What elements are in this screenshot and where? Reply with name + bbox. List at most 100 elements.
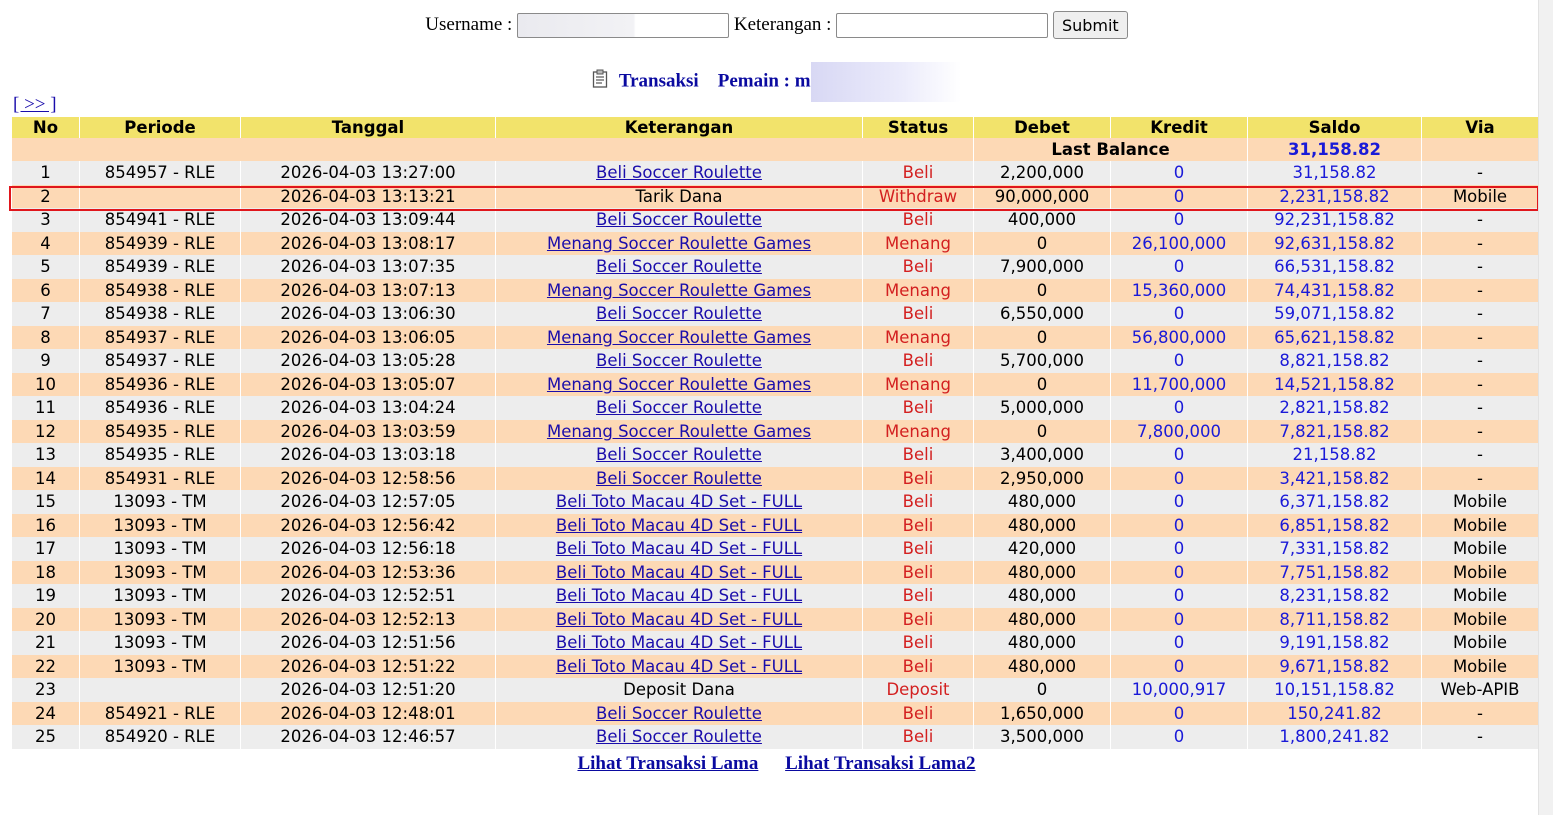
row-kredit-cell: 0: [1111, 701, 1247, 725]
transaction-detail-link[interactable]: Beli Soccer Roulette: [596, 163, 762, 182]
row-periode-cell: 854937 - RLE: [80, 349, 240, 373]
next-page-link[interactable]: [ >> ]: [13, 94, 57, 116]
row-periode-cell: 854935 - RLE: [80, 443, 240, 467]
transaction-detail-link[interactable]: Beli Soccer Roulette: [596, 704, 762, 723]
row-kredit-cell: 0: [1111, 255, 1247, 279]
row-saldo-cell: 150,241.82: [1248, 701, 1421, 725]
row-status-cell: Menang: [863, 278, 973, 302]
row-via-cell: -: [1422, 278, 1538, 302]
row-debet-cell: 2,950,000: [974, 466, 1110, 490]
row-saldo-cell: 7,821,158.82: [1248, 419, 1421, 443]
row-via-cell: -: [1422, 372, 1538, 396]
transaction-detail-link[interactable]: Beli Soccer Roulette: [596, 210, 762, 229]
row-via-cell: Mobile: [1422, 513, 1538, 537]
pemain-value: m: [794, 70, 811, 92]
row-keterangan-cell: Beli Toto Macau 4D Set - FULL: [496, 607, 862, 631]
transaction-detail-link[interactable]: Beli Soccer Roulette: [596, 304, 762, 323]
row-saldo-cell: 7,331,158.82: [1248, 537, 1421, 561]
row-periode-cell: 854939 - RLE: [80, 255, 240, 279]
row-status-cell: Beli: [863, 208, 973, 232]
row-saldo-cell: 14,521,158.82: [1248, 372, 1421, 396]
transaction-detail-link[interactable]: Beli Toto Macau 4D Set - FULL: [556, 586, 802, 605]
row-periode-cell: 13093 - TM: [80, 607, 240, 631]
old-transactions-link[interactable]: Lihat Transaksi Lama: [577, 753, 758, 774]
transaction-detail-link[interactable]: Beli Soccer Roulette: [596, 445, 762, 464]
transaction-detail-link[interactable]: Menang Soccer Roulette Games: [547, 328, 811, 347]
row-via-cell: -: [1422, 349, 1538, 373]
row-saldo-cell: 9,671,158.82: [1248, 654, 1421, 678]
redacted-player-name: [810, 62, 961, 102]
row-kredit-cell: 7,800,000: [1111, 419, 1247, 443]
row-saldo-cell: 74,431,158.82: [1248, 278, 1421, 302]
keterangan-input[interactable]: [836, 12, 1049, 38]
row-via-cell: -: [1422, 725, 1538, 749]
row-via-cell: Mobile: [1422, 184, 1538, 208]
username-input[interactable]: [517, 12, 730, 38]
page-title: Transaksi Pemain : m: [0, 62, 1553, 102]
row-status-cell: Beli: [863, 701, 973, 725]
transaction-detail-link[interactable]: Menang Soccer Roulette Games: [547, 422, 811, 441]
transaction-detail-link[interactable]: Beli Toto Macau 4D Set - FULL: [556, 539, 802, 558]
row-saldo-cell: 66,531,158.82: [1248, 255, 1421, 279]
row-keterangan-cell: Beli Toto Macau 4D Set - FULL: [496, 631, 862, 655]
row-no-cell: 7: [12, 302, 79, 326]
table-row: 20 13093 - TM 2026-04-03 12:52:13 Beli Toto…: [12, 607, 1538, 631]
row-kredit-cell: 0: [1111, 396, 1247, 420]
transaction-detail-link[interactable]: Beli Toto Macau 4D Set - FULL: [556, 633, 802, 652]
row-debet-cell: 0: [974, 372, 1110, 396]
row-kredit-cell: 26,100,000: [1111, 231, 1247, 255]
row-via-cell: Mobile: [1422, 654, 1538, 678]
row-debet-cell: 480,000: [974, 584, 1110, 608]
transaction-detail-link[interactable]: Menang Soccer Roulette Games: [547, 375, 811, 394]
table-row: 11 854936 - RLE 2026-04-03 13:04:24 Beli So…: [12, 396, 1538, 420]
last-balance-label: Last Balance: [974, 138, 1247, 161]
transaction-detail-link[interactable]: Beli Soccer Roulette: [596, 469, 762, 488]
transaction-detail-link[interactable]: Beli Toto Macau 4D Set - FULL: [556, 516, 802, 535]
row-keterangan-cell: Deposit Dana: [496, 678, 862, 702]
row-no-cell: 2: [12, 184, 79, 208]
transaction-detail-link[interactable]: Beli Soccer Roulette: [596, 398, 762, 417]
submit-button[interactable]: Submit: [1052, 11, 1128, 39]
row-via-cell: -: [1422, 466, 1538, 490]
row-status-cell: Beli: [863, 443, 973, 467]
row-tanggal-cell: 2026-04-03 12:52:51: [241, 584, 495, 608]
row-status-cell: Beli: [863, 725, 973, 749]
transaction-detail-link[interactable]: Menang Soccer Roulette Games: [547, 281, 811, 300]
row-no-cell: 20: [12, 607, 79, 631]
footer-links: Lihat Transaksi Lama Lihat Transaksi Lam…: [0, 753, 1553, 775]
row-status-cell: Beli: [863, 560, 973, 584]
row-periode-cell: 854936 - RLE: [80, 396, 240, 420]
table-row: 8 854937 - RLE 2026-04-03 13:06:05 Menang S…: [12, 325, 1538, 349]
row-saldo-cell: 3,421,158.82: [1248, 466, 1421, 490]
row-status-cell: Beli: [863, 537, 973, 561]
transaction-detail-link[interactable]: Beli Toto Macau 4D Set - FULL: [556, 563, 802, 582]
row-status-cell: Menang: [863, 419, 973, 443]
row-debet-cell: 0: [974, 231, 1110, 255]
transaction-detail-link[interactable]: Beli Soccer Roulette: [596, 351, 762, 370]
row-kredit-cell: 0: [1111, 537, 1247, 561]
last-balance-row: Last Balance 31,158.82: [12, 138, 1538, 161]
transaction-detail-link[interactable]: Beli Toto Macau 4D Set - FULL: [556, 610, 802, 629]
row-tanggal-cell: 2026-04-03 12:51:22: [241, 654, 495, 678]
table-row: 1 854957 - RLE 2026-04-03 13:27:00 Beli Soc…: [12, 161, 1538, 185]
row-no-cell: 1: [12, 161, 79, 185]
row-keterangan-cell: Beli Toto Macau 4D Set - FULL: [496, 513, 862, 537]
transaction-detail-link[interactable]: Beli Soccer Roulette: [596, 257, 762, 276]
transaction-detail-link[interactable]: Beli Toto Macau 4D Set - FULL: [556, 657, 802, 676]
scrollbar[interactable]: [1538, 0, 1553, 815]
table-row: 9 854937 - RLE 2026-04-03 13:05:28 Beli Soc…: [12, 349, 1538, 373]
row-tanggal-cell: 2026-04-03 12:51:20: [241, 678, 495, 702]
row-tanggal-cell: 2026-04-03 13:13:21: [241, 184, 495, 208]
old-transactions-link-2[interactable]: Lihat Transaksi Lama2: [785, 753, 975, 774]
row-via-cell: -: [1422, 419, 1538, 443]
row-saldo-cell: 9,191,158.82: [1248, 631, 1421, 655]
transaction-detail-link[interactable]: Beli Toto Macau 4D Set - FULL: [556, 492, 802, 511]
row-no-cell: 21: [12, 631, 79, 655]
transaction-detail-link[interactable]: Menang Soccer Roulette Games: [547, 234, 811, 253]
row-status-cell: Menang: [863, 325, 973, 349]
row-keterangan-cell: Beli Soccer Roulette: [496, 701, 862, 725]
row-status-cell: Menang: [863, 231, 973, 255]
transaction-detail-link[interactable]: Beli Soccer Roulette: [596, 727, 762, 746]
row-via-cell: -: [1422, 255, 1538, 279]
row-saldo-cell: 21,158.82: [1248, 443, 1421, 467]
